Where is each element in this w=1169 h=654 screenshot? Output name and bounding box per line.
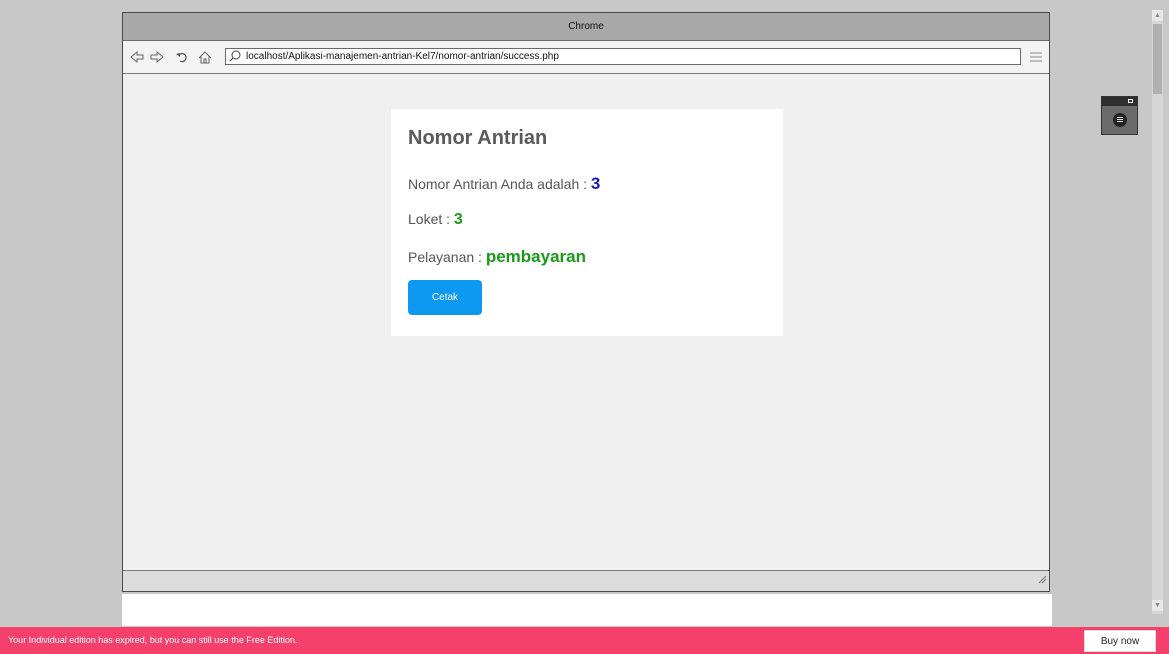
service-value: pembayaran [485,247,587,266]
counter-value: 3 [453,211,463,228]
queue-card: Nomor Antrian Nomor Antrian Anda adalah … [391,109,783,336]
queue-number-label: Nomor Antrian Anda adalah : [408,176,591,192]
scroll-down-icon[interactable]: ▼ [1152,600,1163,611]
address-bar[interactable]: localhost/Aplikasi-manajemen-antrian-Kel… [225,48,1021,65]
page-viewport: Nomor Antrian Nomor Antrian Anda adalah … [123,74,1049,570]
hamburger-menu-icon[interactable] [1029,50,1043,62]
browser-statusbar [123,570,1049,591]
service-label: Pelayanan : [408,249,486,265]
license-message: Your Individual edition has expired, but… [8,635,298,645]
search-icon [229,50,241,67]
reload-icon[interactable] [174,49,190,65]
print-button[interactable]: Cetak [408,280,482,315]
url-text: localhost/Aplikasi-manajemen-antrian-Kel… [246,51,559,62]
home-icon[interactable] [197,49,213,65]
browser-toolbar: localhost/Aplikasi-manajemen-antrian-Kel… [123,41,1049,74]
scrollbar-thumb[interactable] [1153,24,1162,94]
queue-number-row: Nomor Antrian Anda adalah : 3 [408,174,600,194]
card-title: Nomor Antrian [408,127,548,149]
forward-arrow-icon[interactable] [149,49,165,65]
buy-now-button[interactable]: Buy now [1084,630,1156,652]
back-arrow-icon[interactable] [129,49,145,65]
resize-grip-icon[interactable] [1037,571,1047,589]
counter-label: Loket : [408,211,454,227]
queue-number-value: 3 [590,174,601,193]
service-row: Pelayanan : pembayaran [408,247,586,267]
counter-row: Loket : 3 [408,211,463,229]
list-icon [1113,113,1127,127]
canvas-background [122,594,1052,626]
window-title: Chrome [123,13,1049,41]
vertical-scrollbar[interactable] [1152,10,1163,614]
widget-panel-icon[interactable] [1101,96,1138,135]
license-banner: Your Individual edition has expired, but… [0,627,1169,654]
scroll-up-icon[interactable]: ▲ [1152,10,1163,21]
browser-window-mockup: Chrome localhost/Aplikasi-manajemen-antr… [122,12,1050,592]
